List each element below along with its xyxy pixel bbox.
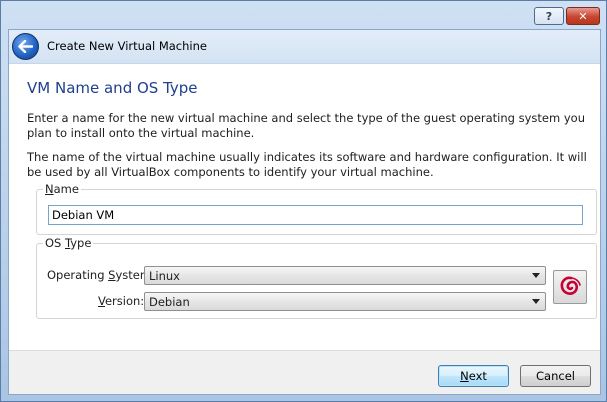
operating-system-select[interactable]: Linux <box>144 266 546 285</box>
back-arrow-icon <box>18 40 33 53</box>
wizard-header: Create New Virtual Machine <box>9 30 600 64</box>
operating-system-label: Operating System: <box>47 268 155 282</box>
next-label-rest: ext <box>468 369 487 383</box>
name-group: Name <box>36 182 597 235</box>
help-button[interactable]: ? <box>534 7 564 25</box>
os-type-group: OS Type Operating System: Linux Version:… <box>36 236 597 319</box>
version-select[interactable]: Debian <box>144 292 546 311</box>
name-legend-rest: ame <box>53 182 79 196</box>
description-text: The name of the virtual machine usually … <box>27 150 587 179</box>
name-group-legend: Name <box>43 182 81 196</box>
next-mnemonic: N <box>460 369 469 383</box>
intro-text: Enter a name for the new virtual machine… <box>27 111 585 140</box>
page-title: VM Name and OS Type <box>27 79 198 97</box>
version-label-rest: ersion: <box>104 294 145 308</box>
debian-logo-svg <box>560 276 581 295</box>
os-legend-prefix: OS <box>45 236 66 250</box>
debian-swirl-icon <box>553 270 587 304</box>
operating-system-value: Linux <box>149 269 180 283</box>
os-label-prefix: Operating <box>47 268 109 282</box>
back-button[interactable] <box>12 33 39 60</box>
dropdown-arrow-icon <box>532 299 540 304</box>
cancel-button[interactable]: Cancel <box>520 365 591 387</box>
wizard-title: Create New Virtual Machine <box>47 39 207 53</box>
dialog-window: ? ✕ Create New Virtual Machine VM Name a… <box>0 0 607 402</box>
name-legend-mnemonic: N <box>45 182 54 196</box>
title-bar: ? ✕ <box>1 1 606 29</box>
next-button[interactable]: Next <box>438 365 509 387</box>
os-legend-rest: ype <box>70 236 92 250</box>
vm-name-input[interactable] <box>48 205 583 225</box>
dialog-client-area: Create New Virtual Machine VM Name and O… <box>8 29 601 395</box>
version-value: Debian <box>149 295 190 309</box>
os-type-group-legend: OS Type <box>43 236 94 250</box>
version-label-mnemonic: V <box>98 294 105 308</box>
wizard-footer: Next Cancel <box>9 350 600 394</box>
caption-buttons: ? ✕ <box>534 7 600 25</box>
dropdown-arrow-icon <box>532 273 540 278</box>
version-label: Version: <box>98 294 144 308</box>
close-button[interactable]: ✕ <box>566 7 600 25</box>
